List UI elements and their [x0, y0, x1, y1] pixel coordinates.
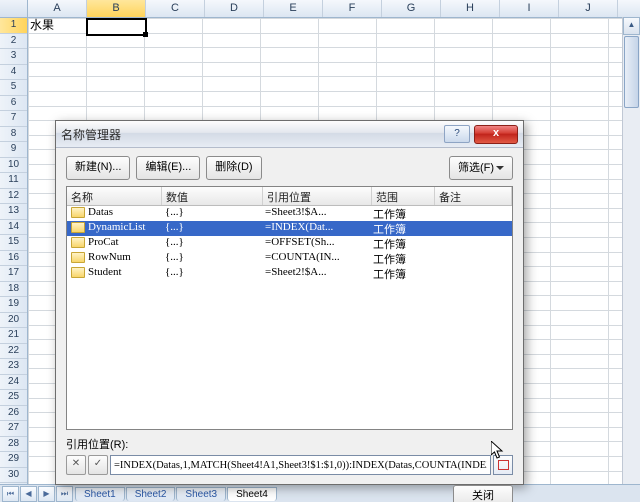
names-list[interactable]: 名称 数值 引用位置 范围 备注 Datas{...}=Sheet3!$A...…: [66, 186, 513, 430]
row-header-23[interactable]: 23: [0, 359, 27, 375]
name-icon: [71, 207, 85, 218]
col-header-D[interactable]: D: [205, 0, 264, 17]
tab-next-icon[interactable]: ▶: [38, 486, 55, 502]
dialog-title: 名称管理器: [61, 126, 444, 143]
list-header[interactable]: 名称 数值 引用位置 范围 备注: [67, 187, 512, 206]
col-header-F[interactable]: F: [323, 0, 382, 17]
name-icon: [71, 252, 85, 263]
col-header-E[interactable]: E: [264, 0, 323, 17]
row-header-4[interactable]: 4: [0, 65, 27, 81]
dialog-toolbar: 新建(N)... 编辑(E)... 删除(D) 筛选(F): [66, 156, 513, 180]
edit-button[interactable]: 编辑(E)...: [136, 156, 200, 180]
row-header-28[interactable]: 28: [0, 437, 27, 453]
row-header-22[interactable]: 22: [0, 344, 27, 360]
refers-to-section: 引用位置(R): ✕ ✓: [66, 436, 513, 475]
row-header-11[interactable]: 11: [0, 173, 27, 189]
header-value[interactable]: 数值: [162, 187, 263, 205]
range-picker-icon: [498, 460, 509, 470]
row-header-21[interactable]: 21: [0, 328, 27, 344]
col-header-B[interactable]: B: [87, 0, 146, 17]
name-icon: [71, 267, 85, 278]
row-header-8[interactable]: 8: [0, 127, 27, 143]
help-button[interactable]: ?: [444, 125, 470, 143]
row-header-24[interactable]: 24: [0, 375, 27, 391]
name-manager-dialog: 名称管理器 ? x 新建(N)... 编辑(E)... 删除(D) 筛选(F) …: [55, 120, 524, 485]
list-item[interactable]: ProCat{...}=OFFSET(Sh...工作簿: [67, 236, 512, 251]
row-header-7[interactable]: 7: [0, 111, 27, 127]
row-header-19[interactable]: 19: [0, 297, 27, 313]
row-header-16[interactable]: 16: [0, 251, 27, 267]
header-note[interactable]: 备注: [435, 187, 512, 205]
name-icon: [71, 237, 85, 248]
row-header-29[interactable]: 29: [0, 452, 27, 468]
col-header-J[interactable]: J: [559, 0, 618, 17]
range-picker-button[interactable]: [493, 455, 513, 475]
row-header-15[interactable]: 15: [0, 235, 27, 251]
row-header-2[interactable]: 2: [0, 34, 27, 50]
header-scope[interactable]: 范围: [372, 187, 435, 205]
tab-prev-icon[interactable]: ◀: [20, 486, 37, 502]
delete-button[interactable]: 删除(D): [206, 156, 261, 180]
row-header-27[interactable]: 27: [0, 421, 27, 437]
row-header-18[interactable]: 18: [0, 282, 27, 298]
header-ref[interactable]: 引用位置: [263, 187, 372, 205]
col-header-A[interactable]: A: [28, 0, 87, 17]
header-name[interactable]: 名称: [67, 187, 162, 205]
col-header-G[interactable]: G: [382, 0, 441, 17]
filter-button[interactable]: 筛选(F): [449, 156, 513, 180]
cell-a1[interactable]: 水果: [30, 18, 54, 33]
col-header-C[interactable]: C: [146, 0, 205, 17]
column-headers: ABCDEFGHIJ: [0, 0, 640, 18]
refers-to-input[interactable]: [110, 455, 491, 475]
list-item[interactable]: DynamicList{...}=INDEX(Dat...工作簿: [67, 221, 512, 236]
scroll-up-button[interactable]: ▲: [623, 17, 640, 35]
refers-to-label: 引用位置(R):: [66, 436, 513, 452]
close-button[interactable]: 关闭: [453, 485, 513, 502]
row-header-3[interactable]: 3: [0, 49, 27, 65]
row-header-12[interactable]: 12: [0, 189, 27, 205]
col-header-I[interactable]: I: [500, 0, 559, 17]
row-header-25[interactable]: 25: [0, 390, 27, 406]
excel-window: ABCDEFGHIJ 12345678910111213141516171819…: [0, 0, 640, 502]
row-headers: 1234567891011121314151617181920212223242…: [0, 18, 28, 486]
row-header-26[interactable]: 26: [0, 406, 27, 422]
row-header-1[interactable]: 1: [0, 18, 27, 34]
close-x-button[interactable]: x: [474, 125, 518, 144]
active-cell-b1[interactable]: [86, 18, 147, 36]
row-header-14[interactable]: 14: [0, 220, 27, 236]
row-header-6[interactable]: 6: [0, 96, 27, 112]
accept-ref-button[interactable]: ✓: [88, 455, 108, 475]
scroll-thumb[interactable]: [624, 36, 639, 108]
tab-first-icon[interactable]: ⏮: [2, 486, 19, 502]
dialog-titlebar[interactable]: 名称管理器 ? x: [56, 121, 523, 148]
list-item[interactable]: Student{...}=Sheet2!$A...工作簿: [67, 266, 512, 281]
list-body: Datas{...}=Sheet3!$A...工作簿DynamicList{..…: [67, 206, 512, 281]
row-header-20[interactable]: 20: [0, 313, 27, 329]
vertical-scrollbar[interactable]: ▲: [622, 17, 640, 485]
row-header-5[interactable]: 5: [0, 80, 27, 96]
cancel-ref-button[interactable]: ✕: [66, 455, 86, 475]
row-header-30[interactable]: 30: [0, 468, 27, 484]
new-button[interactable]: 新建(N)...: [66, 156, 130, 180]
select-all-corner[interactable]: [0, 0, 28, 17]
list-item[interactable]: RowNum{...}=COUNTA(IN...工作簿: [67, 251, 512, 266]
row-header-13[interactable]: 13: [0, 204, 27, 220]
col-header-H[interactable]: H: [441, 0, 500, 17]
name-icon: [71, 222, 85, 233]
row-header-10[interactable]: 10: [0, 158, 27, 174]
row-header-9[interactable]: 9: [0, 142, 27, 158]
row-header-17[interactable]: 17: [0, 266, 27, 282]
list-item[interactable]: Datas{...}=Sheet3!$A...工作簿: [67, 206, 512, 221]
